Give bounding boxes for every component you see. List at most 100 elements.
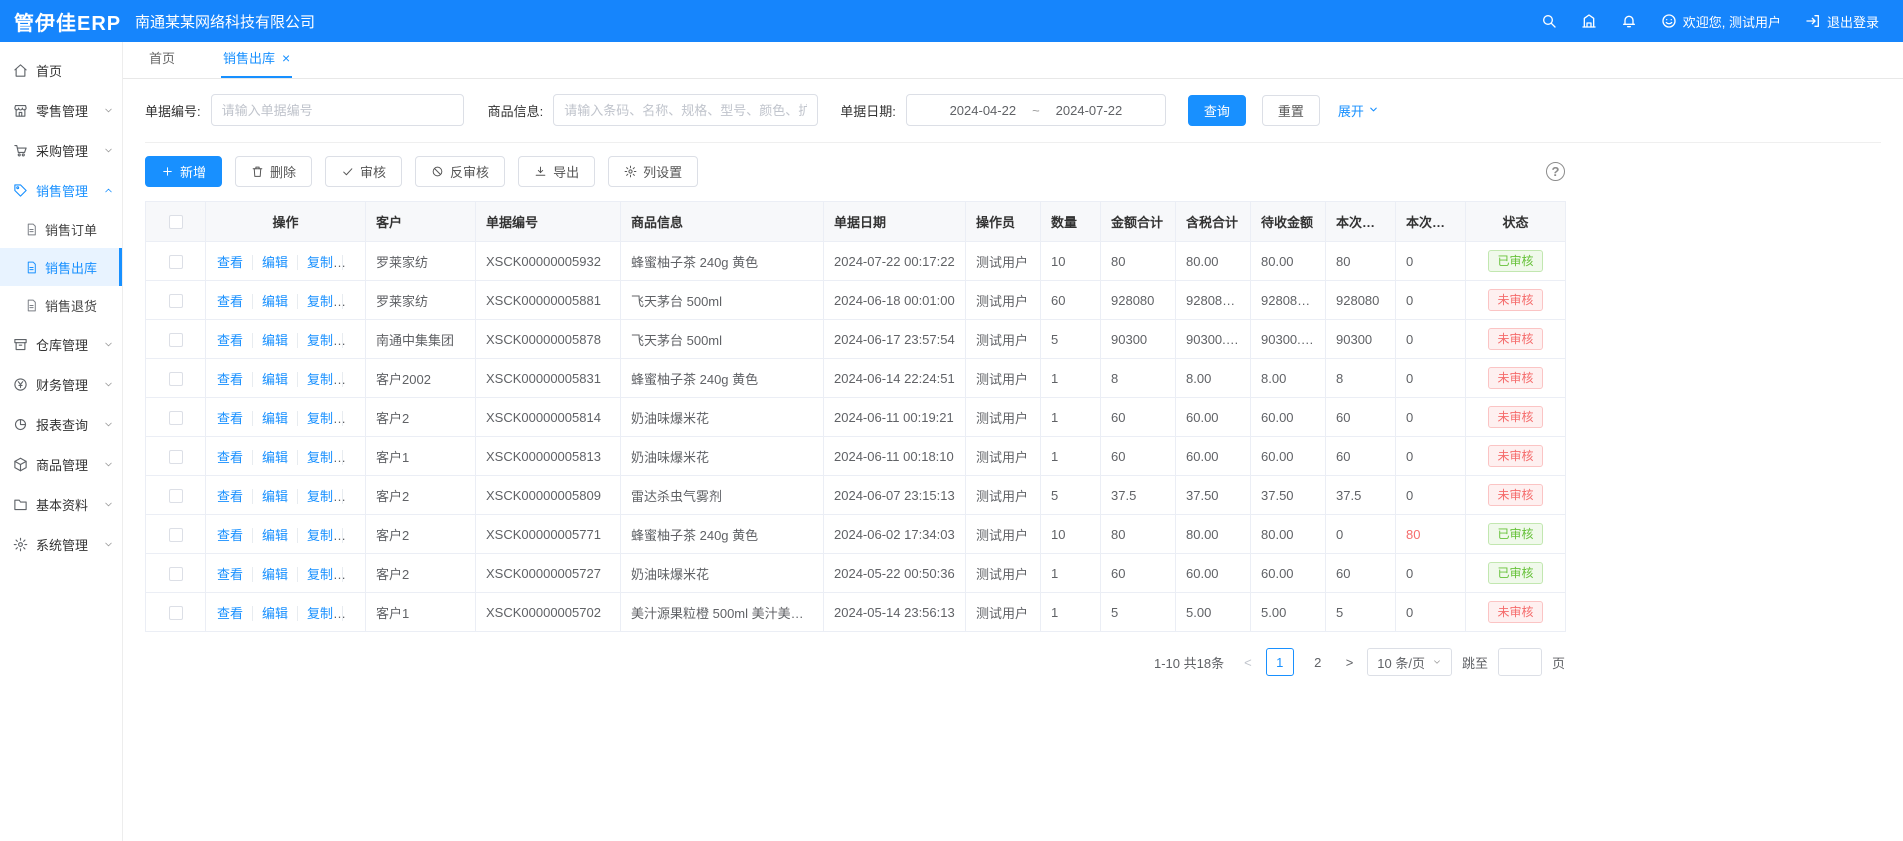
- sidebar-item-sales-order[interactable]: 销售订单: [0, 210, 122, 248]
- action-edit-link[interactable]: 编辑: [253, 606, 298, 621]
- search-icon[interactable]: [1541, 13, 1557, 29]
- action-delete-link[interactable]: 删除: [343, 489, 365, 504]
- action-copy-link[interactable]: 复制: [298, 606, 343, 621]
- search-button[interactable]: 查询: [1188, 95, 1246, 126]
- jump-page-input[interactable]: [1498, 648, 1542, 676]
- action-copy-link[interactable]: 复制: [298, 450, 343, 465]
- delete-button[interactable]: 删除: [235, 156, 312, 187]
- action-view-link[interactable]: 查看: [208, 255, 253, 270]
- action-view-link[interactable]: 查看: [208, 333, 253, 348]
- app: 管伊佳ERP 南通某某网络科技有限公司 欢迎您, 测试用户 退出登录 首页零售管…: [0, 0, 1903, 841]
- row-checkbox[interactable]: [169, 411, 183, 425]
- action-copy-link[interactable]: 复制: [298, 567, 343, 582]
- row-checkbox[interactable]: [169, 528, 183, 542]
- action-edit-link[interactable]: 编辑: [253, 294, 298, 309]
- action-edit-link[interactable]: 编辑: [253, 528, 298, 543]
- tab-sales-outbound[interactable]: 销售出库×: [221, 48, 292, 78]
- logout-label: 退出登录: [1827, 12, 1879, 31]
- action-copy-link[interactable]: 复制: [298, 333, 343, 348]
- date-range-picker[interactable]: 2024-04-22 ~ 2024-07-22: [906, 94, 1166, 126]
- action-copy-link[interactable]: 复制: [298, 255, 343, 270]
- action-copy-link[interactable]: 复制: [298, 411, 343, 426]
- action-copy-link[interactable]: 复制: [298, 528, 343, 543]
- action-edit-link[interactable]: 编辑: [253, 255, 298, 270]
- action-view-link[interactable]: 查看: [208, 294, 253, 309]
- action-delete-link[interactable]: 删除: [343, 294, 365, 309]
- action-view-link[interactable]: 查看: [208, 372, 253, 387]
- action-edit-link[interactable]: 编辑: [253, 411, 298, 426]
- sidebar-item-basedata[interactable]: 基本资料: [0, 484, 122, 524]
- sidebar-item-system[interactable]: 系统管理: [0, 524, 122, 564]
- row-checkbox[interactable]: [169, 372, 183, 386]
- cell-product: 蜂蜜柚子茶 240g 黄色: [621, 242, 824, 281]
- action-delete-link[interactable]: 删除: [343, 372, 365, 387]
- sidebar-item-sales-outbound[interactable]: 销售出库: [0, 248, 122, 286]
- table-row: 查看编辑复制删除客户2XSCK00000005727奶油味爆米花2024-05-…: [146, 554, 1566, 593]
- action-view-link[interactable]: 查看: [208, 411, 253, 426]
- order-no-input[interactable]: [211, 94, 464, 126]
- expand-link[interactable]: 展开: [1338, 101, 1379, 120]
- action-delete-link[interactable]: 删除: [343, 528, 365, 543]
- row-checkbox[interactable]: [169, 567, 183, 581]
- action-copy-link[interactable]: 复制: [298, 489, 343, 504]
- tab-home[interactable]: 首页: [147, 48, 177, 78]
- prev-page-button[interactable]: <: [1240, 655, 1256, 670]
- row-checkbox[interactable]: [169, 255, 183, 269]
- sidebar-item-sales-return[interactable]: 销售退货: [0, 286, 122, 324]
- action-delete-link[interactable]: 删除: [343, 450, 365, 465]
- sidebar-item-product[interactable]: 商品管理: [0, 444, 122, 484]
- close-icon[interactable]: ×: [282, 51, 290, 65]
- reset-button[interactable]: 重置: [1262, 95, 1320, 126]
- action-delete-link[interactable]: 删除: [343, 255, 365, 270]
- welcome-user[interactable]: 欢迎您, 测试用户: [1661, 12, 1781, 31]
- action-copy-link[interactable]: 复制: [298, 294, 343, 309]
- action-edit-link[interactable]: 编辑: [253, 372, 298, 387]
- action-delete-link[interactable]: 删除: [343, 333, 365, 348]
- sidebar-item-warehouse[interactable]: 仓库管理: [0, 324, 122, 364]
- page-button-2[interactable]: 2: [1304, 648, 1332, 676]
- add-button[interactable]: 新增: [145, 156, 222, 187]
- action-edit-link[interactable]: 编辑: [253, 450, 298, 465]
- action-view-link[interactable]: 查看: [208, 567, 253, 582]
- action-delete-link[interactable]: 删除: [343, 567, 365, 582]
- sidebar-item-home[interactable]: 首页: [0, 50, 122, 90]
- export-button[interactable]: 导出: [518, 156, 595, 187]
- unaudit-button[interactable]: 反审核: [415, 156, 505, 187]
- sidebar-item-sales[interactable]: 销售管理: [0, 170, 122, 210]
- row-checkbox[interactable]: [169, 294, 183, 308]
- help-icon[interactable]: ?: [1546, 162, 1565, 181]
- column-settings-button[interactable]: 列设置: [608, 156, 698, 187]
- sidebar-item-purchase[interactable]: 采购管理: [0, 130, 122, 170]
- row-actions: 查看编辑复制删除: [206, 398, 366, 437]
- action-delete-link[interactable]: 删除: [343, 606, 365, 621]
- sidebar-item-finance[interactable]: 财务管理: [0, 364, 122, 404]
- action-view-link[interactable]: 查看: [208, 489, 253, 504]
- smiley-icon: [1661, 13, 1677, 29]
- action-delete-link[interactable]: 删除: [343, 411, 365, 426]
- page-size-select[interactable]: 10 条/页: [1367, 648, 1452, 676]
- row-select-cell: [146, 515, 206, 554]
- sidebar-item-retail[interactable]: 零售管理: [0, 90, 122, 130]
- row-checkbox[interactable]: [169, 333, 183, 347]
- cell-status: 未审核: [1466, 476, 1566, 515]
- row-checkbox[interactable]: [169, 606, 183, 620]
- product-info-input[interactable]: [553, 94, 818, 126]
- logout-button[interactable]: 退出登录: [1805, 12, 1879, 31]
- cell-receivable: 60.00: [1251, 398, 1326, 437]
- row-checkbox[interactable]: [169, 450, 183, 464]
- action-edit-link[interactable]: 编辑: [253, 333, 298, 348]
- action-view-link[interactable]: 查看: [208, 606, 253, 621]
- sidebar-item-report[interactable]: 报表查询: [0, 404, 122, 444]
- action-copy-link[interactable]: 复制: [298, 372, 343, 387]
- row-checkbox[interactable]: [169, 489, 183, 503]
- next-page-button[interactable]: >: [1342, 655, 1358, 670]
- building-icon[interactable]: [1581, 13, 1597, 29]
- page-button-1[interactable]: 1: [1266, 648, 1294, 676]
- audit-button[interactable]: 审核: [325, 156, 402, 187]
- action-edit-link[interactable]: 编辑: [253, 567, 298, 582]
- action-view-link[interactable]: 查看: [208, 528, 253, 543]
- bell-icon[interactable]: [1621, 13, 1637, 29]
- select-all-checkbox[interactable]: [169, 215, 183, 229]
- action-edit-link[interactable]: 编辑: [253, 489, 298, 504]
- action-view-link[interactable]: 查看: [208, 450, 253, 465]
